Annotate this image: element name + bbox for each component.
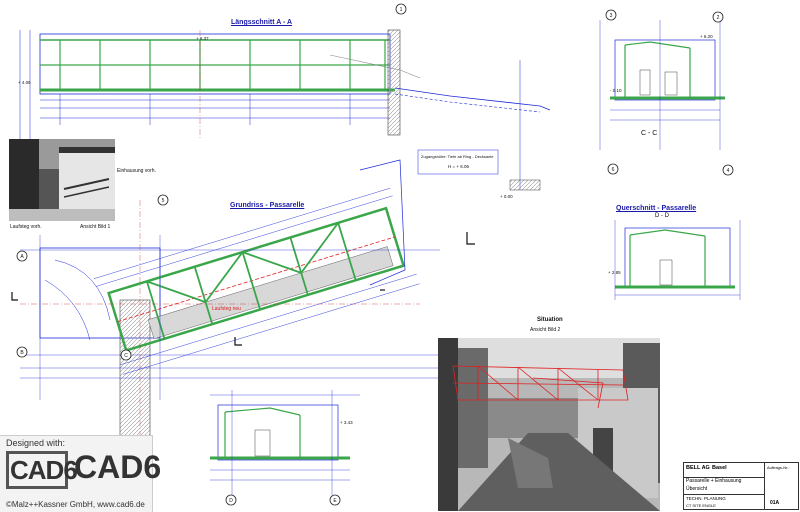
client-city: Basel xyxy=(712,465,727,471)
department: TECHN. PLANUNG xyxy=(686,496,726,501)
cross-section xyxy=(614,220,741,300)
designed-with-text: Designed with: xyxy=(6,438,66,448)
elevation-label: + 6.20 xyxy=(700,34,713,39)
section-dd-label: D - D xyxy=(655,213,669,219)
plan-title: Grundriss - Passarelle xyxy=(230,202,305,209)
cad6-badge: Designed with: CAD6 CAD6 ©Malz++Kassner … xyxy=(0,435,161,512)
photo-existing-walkway xyxy=(9,139,115,221)
copyright-text: ©Malz++Kassner GmbH, www.cad6.de xyxy=(6,500,145,509)
longitudinal-section-title: Längsschnitt A - A xyxy=(231,19,293,26)
note-line-1: Zugangshöhe: Tiefe ab Ring - Decksaele xyxy=(421,154,494,159)
cross-section-title: Querschnitt - Passarelle xyxy=(616,205,697,212)
photo1-left-caption: Laufsteg vorh. xyxy=(10,224,42,230)
axis-marker-label: 3 xyxy=(610,13,613,19)
elevation-label: - 0.10 xyxy=(610,88,622,93)
axis-marker-label: 4 xyxy=(727,168,730,174)
axis-marker-label: 5 xyxy=(162,198,165,204)
situation-title: Situation xyxy=(537,317,563,323)
drawing-sheet: 1 2 3 4 A B 5 C D E 6 Längsschnitt A - A… xyxy=(0,0,800,512)
view-bottom-photo-caption: Ansicht Bild 2 xyxy=(530,327,561,333)
axis-marker-label: C xyxy=(124,353,128,359)
order-label: Auftrags-Nr.: xyxy=(767,465,790,470)
photo1-right-caption: Einhausung vorh. xyxy=(117,168,156,174)
ramp-label: Laufsteg neu xyxy=(212,306,241,312)
project-name: Passarelle + Einhausung xyxy=(686,478,742,484)
section-cc xyxy=(599,20,725,150)
sheet-name: Übersicht xyxy=(686,486,708,492)
photo-situation xyxy=(438,338,660,511)
section-cut-markers xyxy=(11,232,475,346)
client-name: BELL AG xyxy=(686,465,710,471)
cad6-logo-text: CAD6 xyxy=(74,449,162,485)
elevation-label: + 4.06 xyxy=(18,80,31,85)
elevation-label: + 6.37 xyxy=(196,36,209,41)
note-line-2: H = + 6.06 xyxy=(448,164,470,169)
axis-marker-label: 2 xyxy=(717,15,720,21)
section-cc-label: C - C xyxy=(641,130,658,137)
axis-marker-label: D xyxy=(229,498,233,504)
elevation-label: + 2.85 xyxy=(608,270,621,275)
company: CT SITE ENGLE xyxy=(686,503,716,508)
section-dd xyxy=(210,390,360,495)
view-top-photo-caption: Ansicht Bild 1 xyxy=(80,224,111,230)
axis-marker-label: 6 xyxy=(612,167,615,173)
cad6-logo-box: CAD6 xyxy=(6,451,78,489)
title-block: BELL AG Basel Passarelle + Einhausung Üb… xyxy=(683,462,799,510)
elevation-label: + 3.43 xyxy=(340,420,353,425)
axis-marker-label: 1 xyxy=(400,7,403,13)
drawing-number: 01A xyxy=(770,500,780,506)
elevation-label: + 0.00 xyxy=(500,194,513,199)
